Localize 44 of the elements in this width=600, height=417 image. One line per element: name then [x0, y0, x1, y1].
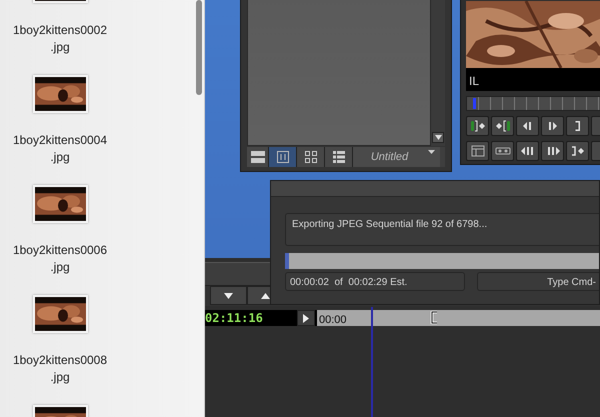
up-triangle-icon [261, 292, 270, 298]
step-forward-button[interactable] [541, 116, 564, 136]
list-view-button[interactable] [325, 147, 353, 167]
file-name[interactable]: 1boy2kittens0004 .jpg [12, 132, 108, 166]
file-name[interactable]: 1boy2kittens0006 .jpg [12, 242, 108, 276]
elapsed-time-field: 00:00:02 of 00:02:29 Est. [285, 272, 465, 291]
fast-back-button[interactable] [516, 141, 539, 161]
caret-icon [428, 150, 435, 154]
play-icon [303, 314, 309, 322]
play-button[interactable] [297, 310, 315, 326]
scrollbar[interactable] [196, 0, 202, 95]
tape-icon [494, 145, 510, 157]
go-out-button[interactable] [566, 141, 589, 161]
timecode-display: 02:11:16 [205, 310, 297, 326]
list-icon [332, 151, 346, 163]
export-status-text: Exporting JPEG Sequential file 92 of 6798... [292, 219, 488, 230]
mark-out-button[interactable] [491, 116, 514, 136]
script-view-button[interactable] [269, 147, 297, 167]
fast-forward-button[interactable] [541, 141, 564, 161]
file-name[interactable]: 1boy2kittens0002 .jpg [12, 22, 108, 56]
down-button[interactable] [210, 286, 247, 305]
step-back-button[interactable] [516, 116, 539, 136]
bracket-out-button[interactable] [566, 116, 589, 136]
mark-in-icon [470, 120, 486, 132]
bracket-out-icon [575, 120, 580, 132]
fast-back-icon [520, 145, 536, 157]
position-bar[interactable] [466, 96, 600, 111]
scroll-down-button[interactable] [432, 132, 444, 143]
down-arrow-icon [434, 135, 442, 140]
hint-field: Type Cmd- [477, 272, 599, 291]
down-triangle-icon [224, 292, 233, 298]
frame-view-button[interactable] [247, 147, 269, 167]
tape-button[interactable] [491, 141, 514, 161]
mark-in-button[interactable] [466, 116, 489, 136]
view-menu-dropdown[interactable]: Untitled [353, 147, 440, 167]
grid-view-button[interactable] [297, 147, 325, 167]
mark-out-icon [494, 120, 510, 132]
ruler-timecode: 00:00 [318, 314, 347, 326]
bracket-icon [430, 311, 438, 324]
go-out-icon [570, 145, 586, 157]
overlay-text: IL [468, 74, 480, 90]
grid-icon [304, 151, 318, 163]
timeline-ruler[interactable]: 00:00 [315, 310, 600, 326]
file-name[interactable]: 1boy2kittens0008 .jpg [12, 352, 108, 386]
